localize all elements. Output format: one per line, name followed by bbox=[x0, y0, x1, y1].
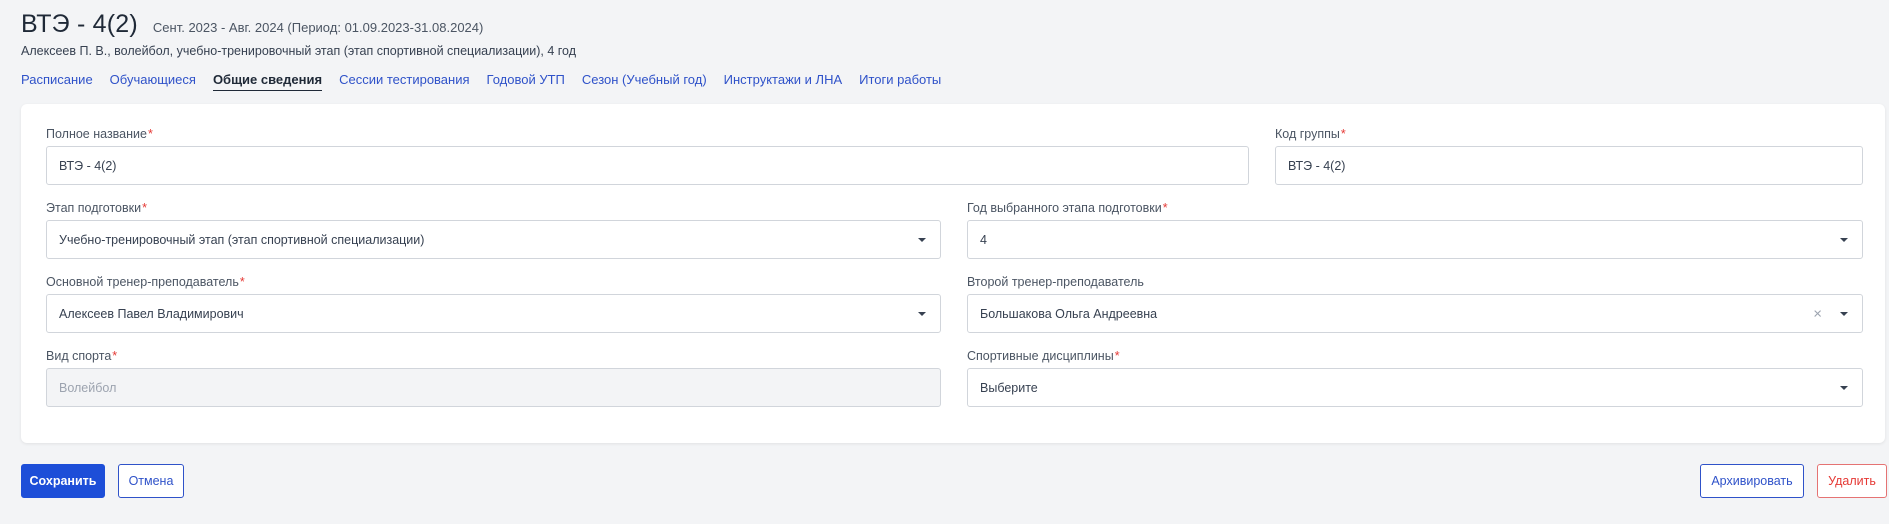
stage-year-select[interactable]: 4 bbox=[967, 220, 1863, 259]
sport-input: Волейбол bbox=[46, 368, 941, 407]
tab-annual-plan[interactable]: Годовой УТП bbox=[487, 72, 565, 91]
tab-bar: Расписание Обучающиеся Общие сведения Се… bbox=[21, 72, 958, 91]
required-mark: * bbox=[147, 127, 153, 141]
required-mark: * bbox=[1340, 127, 1346, 141]
main-coach-select[interactable]: Алексеев Павел Владимирович bbox=[46, 294, 941, 333]
form-card: Полное название* ВТЭ - 4(2) Код группы* … bbox=[21, 104, 1885, 443]
tab-testing-sessions[interactable]: Сессии тестирования bbox=[339, 72, 469, 91]
group-code-label: Код группы* bbox=[1275, 127, 1346, 141]
chevron-down-icon[interactable] bbox=[918, 237, 926, 242]
cancel-button[interactable]: Отмена bbox=[118, 464, 184, 498]
page-title: ВТЭ - 4(2) bbox=[21, 10, 138, 38]
full-name-input[interactable]: ВТЭ - 4(2) bbox=[46, 146, 1249, 185]
sport-label: Вид спорта* bbox=[46, 349, 118, 363]
group-code-input[interactable]: ВТЭ - 4(2) bbox=[1275, 146, 1863, 185]
disciplines-label: Спортивные дисциплины* bbox=[967, 349, 1120, 363]
clear-icon[interactable]: × bbox=[1813, 306, 1822, 321]
save-button[interactable]: Сохранить bbox=[21, 464, 105, 498]
page-subtitle: Алексеев П. В., волейбол, учебно-трениро… bbox=[21, 44, 576, 58]
second-coach-select[interactable]: Большакова Ольга Андреевна × bbox=[967, 294, 1863, 333]
required-mark: * bbox=[142, 201, 147, 215]
chevron-down-icon[interactable] bbox=[1840, 311, 1848, 316]
tab-schedule[interactable]: Расписание bbox=[21, 72, 93, 91]
required-mark: * bbox=[239, 275, 245, 289]
stage-label: Этап подготовки* bbox=[46, 201, 147, 215]
second-coach-label: Второй тренер-преподаватель bbox=[967, 275, 1144, 289]
chevron-down-icon[interactable] bbox=[918, 311, 926, 316]
full-name-label: Полное название* bbox=[46, 127, 153, 141]
required-mark: * bbox=[1114, 349, 1120, 363]
page-header: ВТЭ - 4(2) Сент. 2023 - Авг. 2024 (Перио… bbox=[21, 10, 1869, 58]
delete-button[interactable]: Удалить bbox=[1817, 464, 1887, 498]
archive-button[interactable]: Архивировать bbox=[1700, 464, 1804, 498]
tab-season[interactable]: Сезон (Учебный год) bbox=[582, 72, 707, 91]
tab-instructions[interactable]: Инструктажи и ЛНА bbox=[724, 72, 842, 91]
required-mark: * bbox=[112, 349, 118, 363]
chevron-down-icon[interactable] bbox=[1840, 237, 1848, 242]
stage-select[interactable]: Учебно-тренировочный этап (этап спортивн… bbox=[46, 220, 941, 259]
tab-results[interactable]: Итоги работы bbox=[859, 72, 941, 91]
required-mark: * bbox=[1162, 201, 1168, 215]
tab-general-info[interactable]: Общие сведения bbox=[212, 72, 323, 91]
title-row: ВТЭ - 4(2) Сент. 2023 - Авг. 2024 (Перио… bbox=[21, 10, 1869, 39]
disciplines-select[interactable]: Выберите bbox=[967, 368, 1863, 407]
main-coach-label: Основной тренер-преподаватель* bbox=[46, 275, 245, 289]
tab-students[interactable]: Обучающиеся bbox=[110, 72, 196, 91]
chevron-down-icon[interactable] bbox=[1840, 385, 1848, 390]
period-text: Сент. 2023 - Авг. 2024 (Период: 01.09.20… bbox=[152, 20, 484, 35]
stage-year-label: Год выбранного этапа подготовки* bbox=[967, 201, 1168, 215]
